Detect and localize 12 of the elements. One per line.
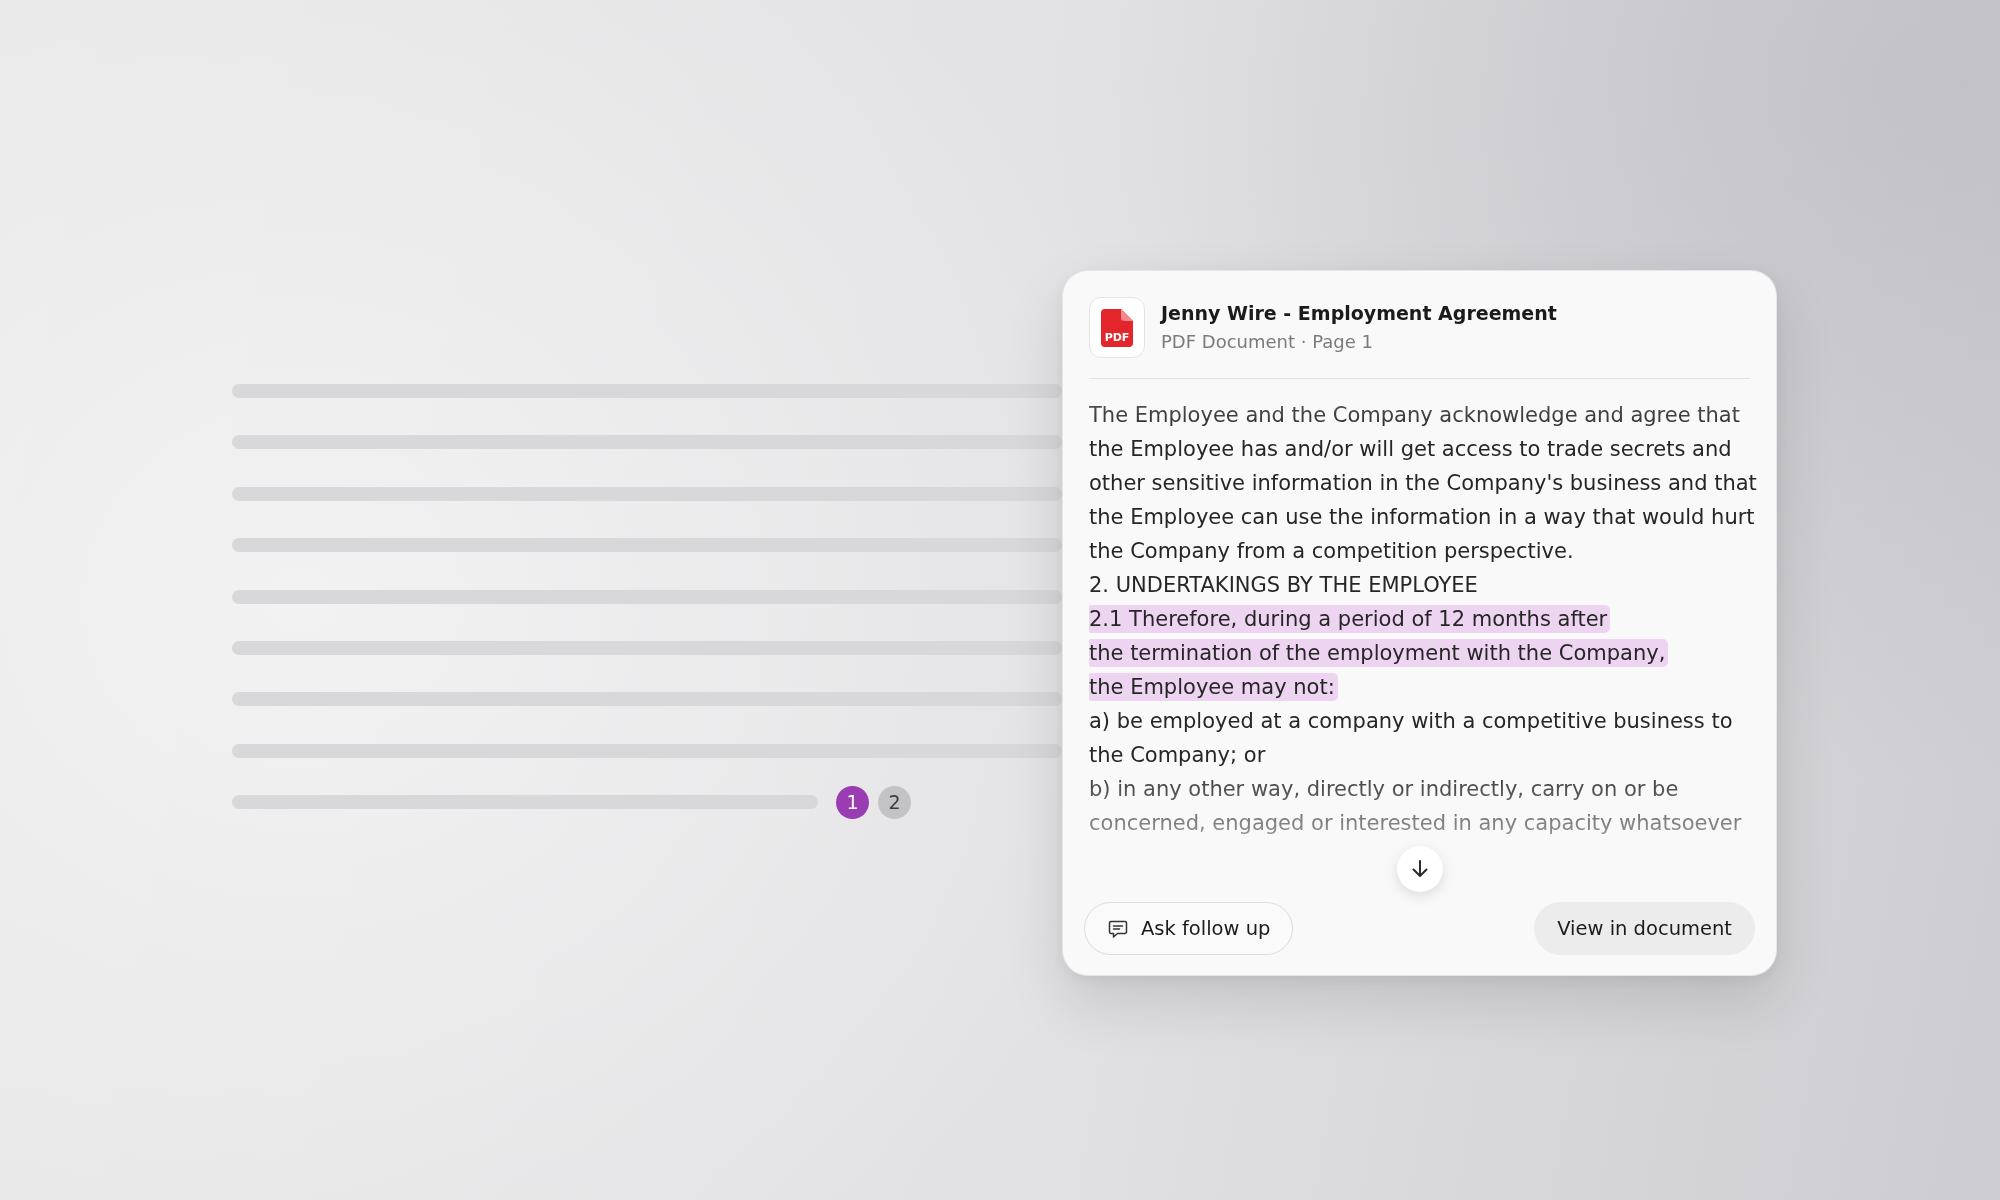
- scroll-down-button[interactable]: [1396, 846, 1443, 892]
- highlighted-passage: 2.1 Therefore, during a period of 12 months after the termination of the employment with the Company, the Employee may not:: [1089, 602, 1762, 704]
- view-in-document-button[interactable]: View in document: [1534, 902, 1755, 955]
- ask-follow-up-button[interactable]: Ask follow up: [1084, 902, 1294, 955]
- citation-badge[interactable]: 1: [836, 785, 869, 819]
- document-title: Jenny Wire - Employment Agreement: [1161, 301, 1557, 327]
- document-meta: PDF Document · Page 1: [1161, 330, 1374, 354]
- passage-text: b) in any other way, directly or indirectly, carry on or be concerned, engaged or interested in any capacity whatsoever: [1089, 776, 1743, 837]
- pdf-file-icon: PDF: [1089, 297, 1145, 358]
- citation-badge[interactable]: 2: [878, 785, 911, 819]
- passage-text: 2. UNDERTAKINGS BY THE EMPLOYEE: [1089, 572, 1479, 599]
- passage-text: The Employee and the Company acknowledge and agree that the Employee has and/or will get access to trade secrets and other sensitive information in the Company's business and that the Employee can use the information in a way that would hurt the Company from a competition perspective.: [1089, 402, 1758, 565]
